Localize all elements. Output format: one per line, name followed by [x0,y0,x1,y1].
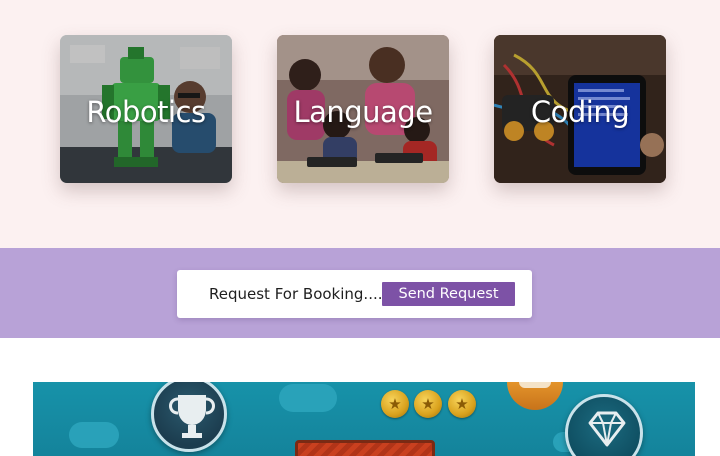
progress-bar [295,440,435,456]
game-banner: ★ ★ ★ [33,382,695,456]
trophy-icon[interactable] [151,382,227,452]
language-card[interactable]: Language [277,35,449,183]
coin-icon: ★ [414,390,442,418]
cloud [279,384,337,412]
send-request-button[interactable]: Send Request [382,282,515,306]
programs-section: Robotics Language Coding [0,0,720,248]
robotics-card[interactable]: Robotics [60,35,232,183]
coding-card[interactable]: Coding [494,35,666,183]
bag-icon[interactable] [507,382,563,410]
booking-form: Request For Booking..... Send Request [177,270,532,318]
diamond-icon[interactable] [565,394,643,456]
card-title: Language [293,95,433,129]
booking-prompt: Request For Booking..... [209,285,388,303]
coin-icon: ★ [448,390,476,418]
card-title: Robotics [86,95,206,129]
card-title: Coding [530,95,630,129]
coin-icon: ★ [381,390,409,418]
bag-inner [519,382,551,388]
cloud [69,422,119,448]
